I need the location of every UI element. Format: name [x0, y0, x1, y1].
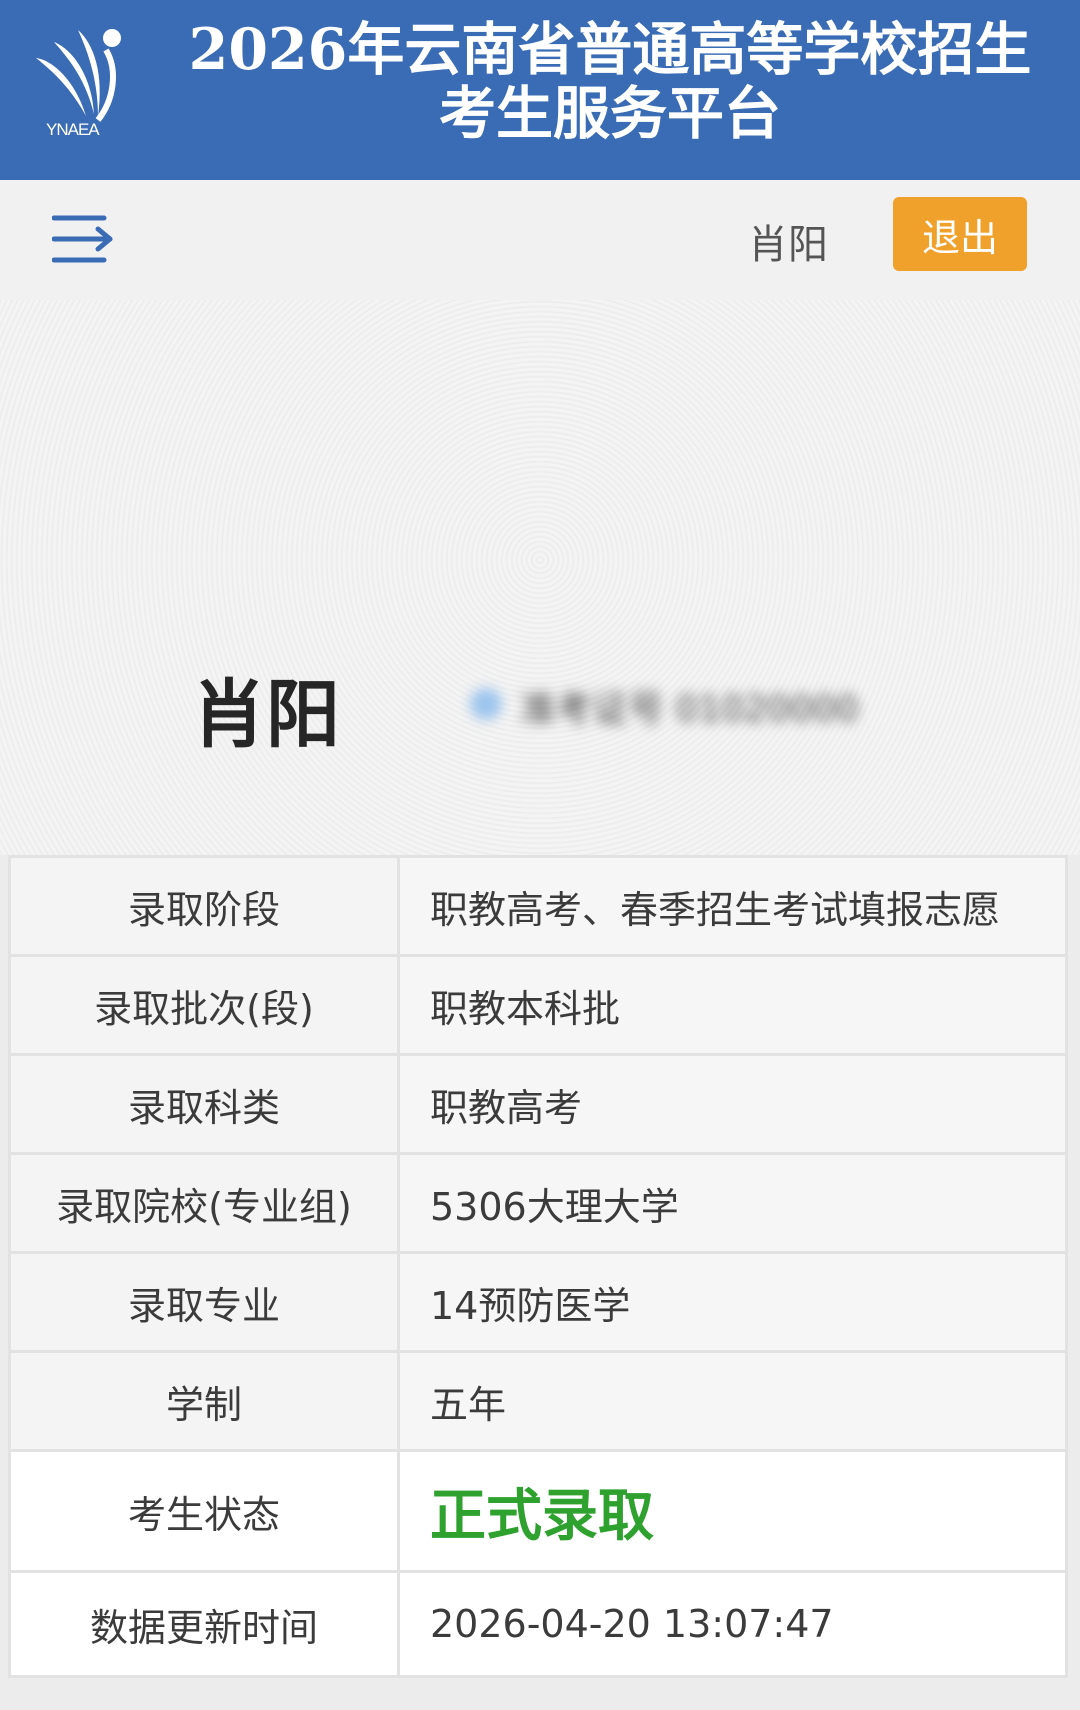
row-value: 职教高考 [397, 1053, 1068, 1155]
row-value: 职教高考、春季招生考试填报志愿 [397, 855, 1068, 957]
admission-status-value: 正式录取 [397, 1449, 1068, 1573]
update-time-value: 2026-04-20 13:07:47 [397, 1570, 1068, 1678]
logo-text: YNAEA [46, 120, 100, 139]
row-value: 14预防医学 [397, 1251, 1068, 1353]
site-title: 2026年云南省普通高等学校招生考生服务平台 [188, 16, 1032, 147]
table-row: 录取阶段 职教高考、春季招生考试填报志愿 [8, 855, 1068, 957]
candidate-name: 肖阳 [192, 672, 340, 758]
username-label: 肖阳 [748, 222, 828, 268]
blurred-exam-number: 准考证号 01020000 [460, 680, 890, 730]
table-row: 录取批次(段) 职教本科批 [8, 954, 1068, 1056]
row-value: 五年 [397, 1350, 1068, 1452]
table-row: 录取专业 14预防医学 [8, 1251, 1068, 1353]
row-label: 录取批次(段) [8, 954, 400, 1056]
logout-button[interactable]: 退出 [893, 197, 1027, 271]
top-bar: 肖阳 退出 [0, 180, 1080, 300]
row-label: 录取阶段 [8, 855, 400, 957]
row-label: 录取院校(专业组) [8, 1152, 400, 1254]
table-row-updated: 数据更新时间 2026-04-20 13:07:47 [8, 1570, 1068, 1678]
row-label: 学制 [8, 1350, 400, 1452]
row-label: 录取科类 [8, 1053, 400, 1155]
table-row-status: 考生状态 正式录取 [8, 1449, 1068, 1573]
blurred-text: 准考证号 01020000 [520, 689, 859, 730]
table-row: 录取院校(专业组) 5306大理大学 [8, 1152, 1068, 1254]
row-label: 考生状态 [8, 1449, 400, 1573]
row-label: 数据更新时间 [8, 1570, 400, 1678]
admission-result-table: 录取阶段 职教高考、春季招生考试填报志愿 录取批次(段) 职教本科批 录取科类 … [8, 855, 1068, 1678]
menu-icon[interactable] [51, 212, 114, 268]
id-icon [470, 688, 502, 720]
table-row: 录取科类 职教高考 [8, 1053, 1068, 1155]
row-value: 5306大理大学 [397, 1152, 1068, 1254]
site-header: YNAEA 2026年云南省普通高等学校招生考生服务平台 [0, 0, 1080, 180]
profile-panel: 肖阳 准考证号 01020000 [0, 300, 1080, 855]
row-value: 职教本科批 [397, 954, 1068, 1056]
table-row: 学制 五年 [8, 1350, 1068, 1452]
row-label: 录取专业 [8, 1251, 400, 1353]
